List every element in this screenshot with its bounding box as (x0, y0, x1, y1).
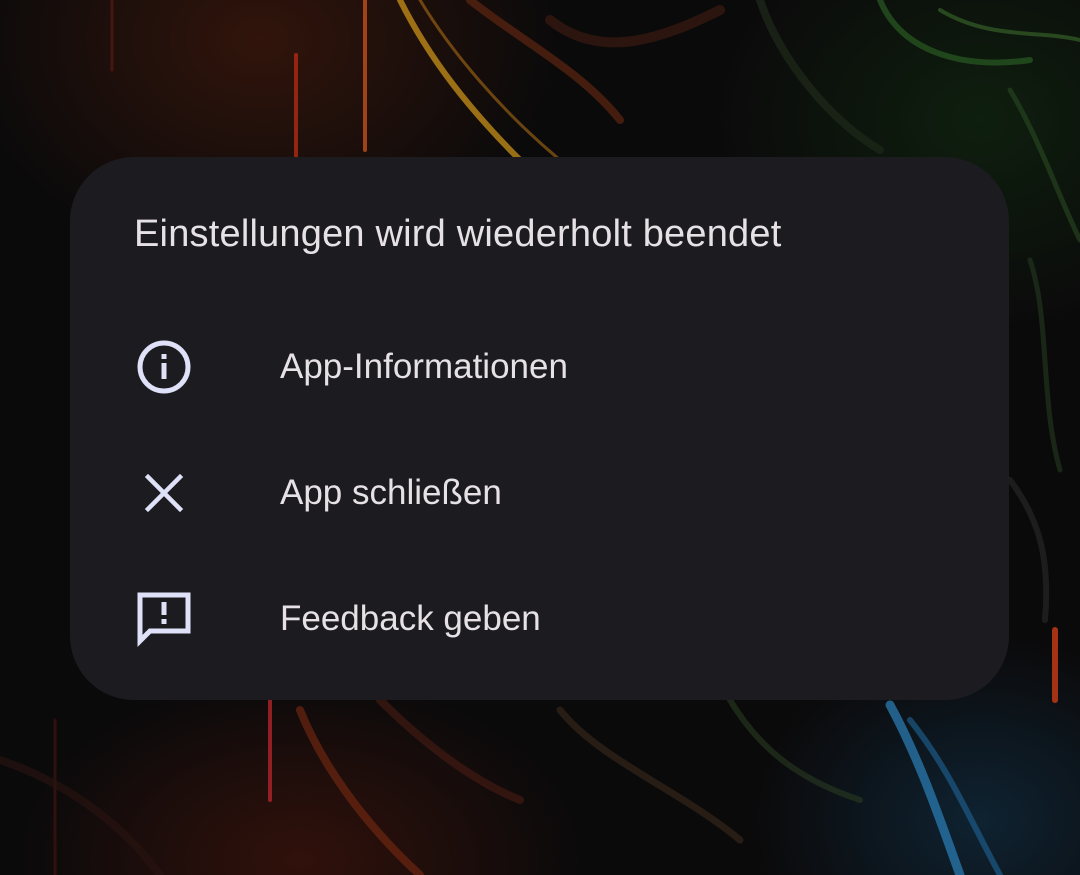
app-info-label: App-Informationen (280, 347, 568, 386)
close-app-option[interactable]: App schließen (110, 438, 970, 548)
send-feedback-option[interactable]: Feedback geben (110, 564, 970, 674)
feedback-icon (134, 589, 194, 649)
dialog-title: Einstellungen wird wiederholt beendet (134, 213, 782, 255)
app-info-option[interactable]: App-Informationen (110, 312, 970, 422)
screen: Einstellungen wird wiederholt beendet Ap… (0, 0, 1080, 875)
send-feedback-label: Feedback geben (280, 599, 541, 638)
info-icon (134, 337, 194, 397)
crash-dialog: Einstellungen wird wiederholt beendet Ap… (70, 157, 1009, 700)
close-icon (134, 463, 194, 523)
close-app-label: App schließen (280, 473, 502, 512)
